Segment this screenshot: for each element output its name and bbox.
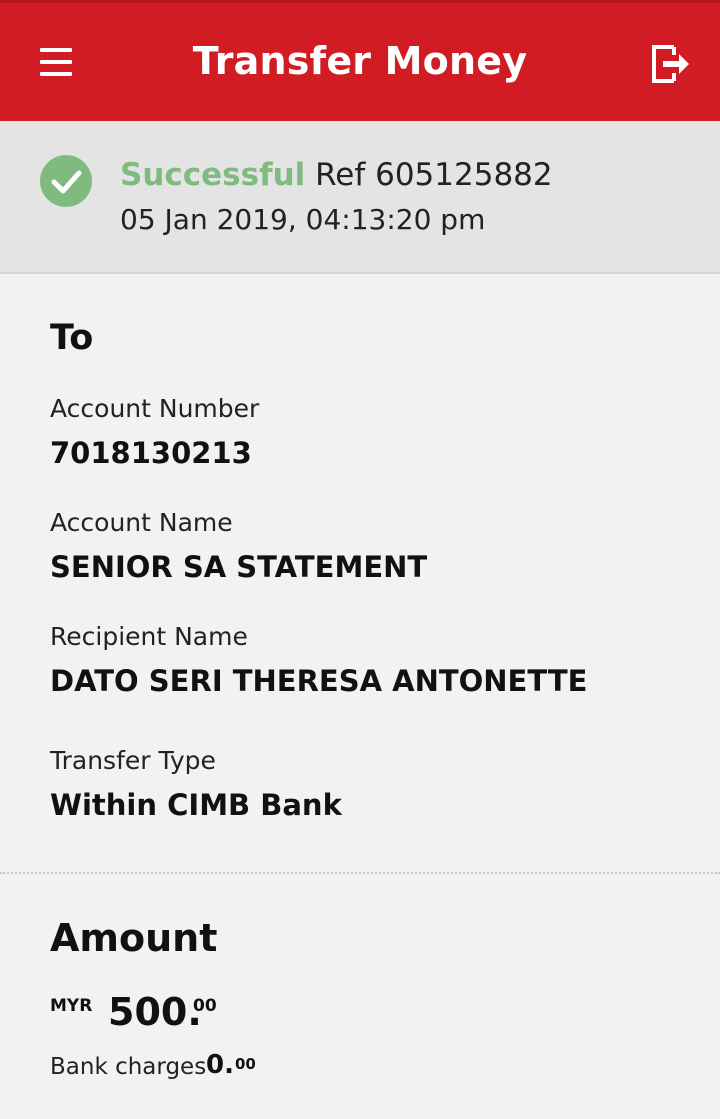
status-banner: Successful Ref 605125882 05 Jan 2019, 04… [0,121,720,274]
recipient-name-label: Recipient Name [50,622,248,651]
bank-charges-label: Bank charges [50,1054,207,1080]
bank-charges-value: 0. [206,1050,234,1080]
account-name-value: SENIOR SA STATEMENT [50,550,428,584]
app-header: Transfer Money [0,0,720,121]
recipient-details: To Account Number 7018130213 Account Nam… [0,274,720,872]
section-title-amount: Amount [50,916,218,960]
account-number-value: 7018130213 [50,436,252,470]
account-name-label: Account Name [50,508,233,537]
amount-value: 500. [108,990,202,1034]
reference-number: Ref 605125882 [315,157,553,193]
status-line: Successful Ref 605125882 [120,157,553,193]
transfer-receipt-screen: Transfer Money Successful Ref 605125882 … [0,0,720,1119]
amount-decimal: 00 [193,996,217,1016]
status-badge: Successful [120,157,306,193]
bank-charges-decimal: 00 [235,1055,256,1073]
amount-currency: MYR [50,996,93,1016]
transfer-type-value: Within CIMB Bank [50,788,342,822]
account-number-label: Account Number [50,394,260,423]
page-title: Transfer Money [192,39,528,83]
section-divider [0,872,720,874]
check-circle-icon [40,155,92,207]
section-title-to: To [50,318,94,358]
transfer-type-label: Transfer Type [50,746,216,775]
recipient-name-value: DATO SERI THERESA ANTONETTE [50,664,588,698]
logout-icon[interactable] [648,43,692,85]
transaction-datetime: 05 Jan 2019, 04:13:20 pm [120,203,486,236]
